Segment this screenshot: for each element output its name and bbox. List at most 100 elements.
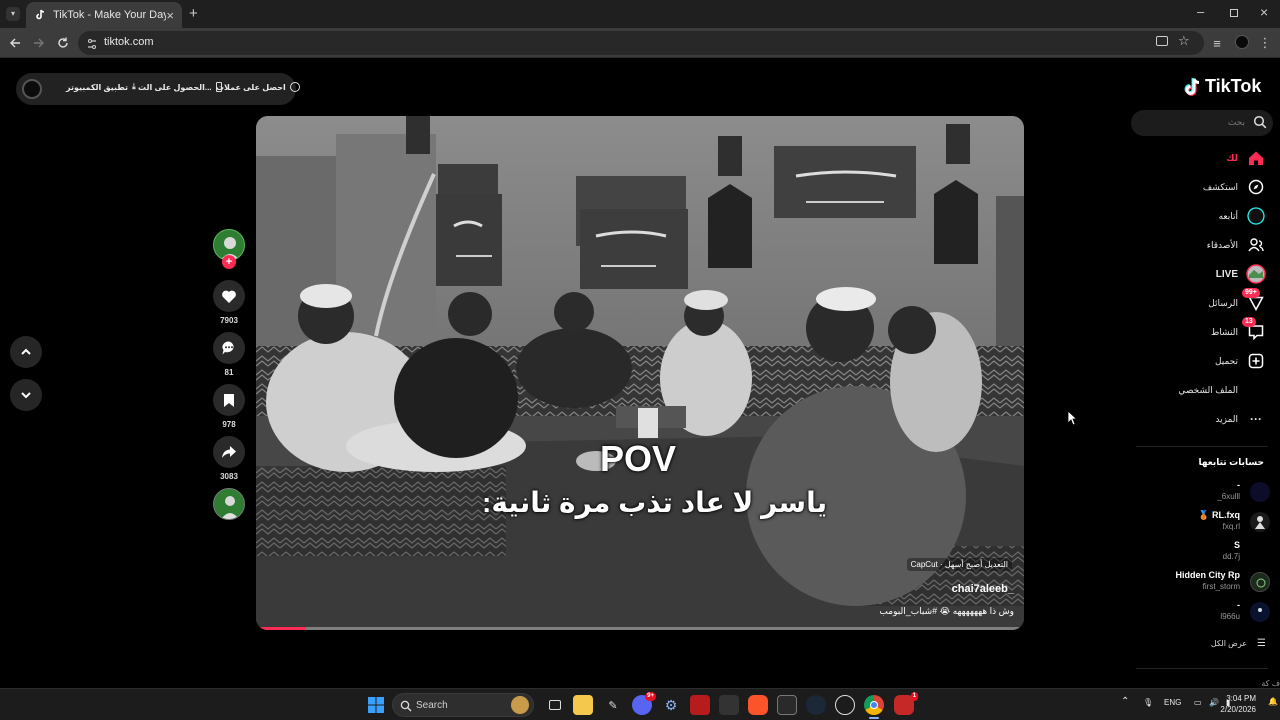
taskbar-search-box[interactable]: Search <box>392 693 534 717</box>
following-account[interactable]: Hidden City Rp first_storm <box>1140 570 1270 594</box>
nav-explore[interactable]: استكشف <box>1203 177 1266 197</box>
video-author[interactable]: chai7aleeb_ <box>952 583 1014 595</box>
activity-icon: 13 <box>1242 317 1266 342</box>
brave-browser-icon[interactable] <box>748 695 768 715</box>
nav-more-label: المزيد <box>1215 413 1238 424</box>
capcut-badge[interactable]: CapCut · التعديل أصبح أسهل <box>906 558 1012 571</box>
more-icon: ··· <box>1250 412 1262 426</box>
video-description: وش ذا هههههههه 😭 #شباب_البومب <box>879 606 1014 616</box>
nav-upload[interactable]: تحميل <box>1215 351 1266 371</box>
tray-chevron-icon[interactable]: ⌃ <box>1121 696 1129 707</box>
next-video-button[interactable] <box>10 379 42 411</box>
account-avatar <box>1250 482 1270 502</box>
game-launcher-icon[interactable] <box>690 695 710 715</box>
discord-badge: 9+ <box>645 692 656 701</box>
recording-app-icon[interactable] <box>835 695 855 715</box>
tiktok-logo[interactable]: TikTok <box>1184 76 1261 97</box>
account-name: - <box>1237 480 1240 490</box>
account-avatar <box>1250 572 1270 592</box>
notifications-icon[interactable]: 🔔 <box>1268 697 1278 706</box>
nav-for-you[interactable]: لك <box>1226 148 1266 168</box>
get-app-button[interactable]: الحصول على الت... <box>138 82 222 92</box>
new-tab-button[interactable]: + <box>189 5 198 22</box>
desktop-app-label: تطبيق الكمبيوتر <box>66 82 129 92</box>
tab-close-icon[interactable]: × <box>166 8 174 23</box>
comment-button[interactable] <box>213 332 245 364</box>
search-input[interactable]: بحث <box>1131 110 1273 136</box>
network-icon[interactable]: ▭ <box>1194 698 1202 707</box>
account-handle: first_storm <box>1202 582 1240 591</box>
task-view-icon[interactable] <box>545 695 565 715</box>
browser-menu-icon[interactable]: ⋮ <box>1256 34 1274 52</box>
following-accounts-title: حسابات تتابعها <box>1198 457 1264 467</box>
video-progress-track[interactable] <box>256 627 1024 630</box>
media-controls-icon[interactable]: ≡ <box>1208 34 1226 52</box>
address-bar[interactable]: tiktok.com ☆ <box>78 31 1204 55</box>
language-indicator[interactable]: ENG <box>1164 698 1181 707</box>
bookmark-star-icon[interactable]: ☆ <box>1178 33 1190 49</box>
epic-games-icon[interactable] <box>777 695 797 715</box>
video-player[interactable]: POV ياسر لا عاد تذب مرة ثانية: CapCut · … <box>256 116 1024 630</box>
reload-icon[interactable] <box>54 34 72 52</box>
get-app-label: الحصول على الت... <box>138 82 212 92</box>
browser-tab[interactable]: TikTok - Make Your Day × <box>26 2 182 28</box>
account-handle: _6xulll <box>1217 492 1240 501</box>
nav-messages-label: الرسائل <box>1208 297 1238 308</box>
account-name: S <box>1233 540 1240 550</box>
following-account[interactable]: - l966u <box>1140 600 1270 624</box>
upload-icon <box>1246 351 1266 371</box>
nav-explore-label: استكشف <box>1202 181 1238 192</box>
chrome-icon[interactable] <box>864 695 884 715</box>
follow-plus-button[interactable]: + <box>222 255 236 269</box>
microphone-icon[interactable]: 🎙 <box>1143 698 1153 707</box>
back-icon[interactable] <box>6 34 24 52</box>
search-icon[interactable] <box>1253 115 1267 134</box>
profile-avatar[interactable] <box>1235 35 1249 49</box>
following-account[interactable]: S dd.7j <box>1140 540 1270 564</box>
wallpaper-app-icon[interactable] <box>719 695 739 715</box>
sidebar-footer-text: ف كة <box>1261 679 1280 688</box>
account-name: - <box>1237 600 1240 610</box>
nav-live[interactable]: LIVE <box>1216 264 1266 284</box>
comment-count: 81 <box>224 368 234 377</box>
restore-icon[interactable] <box>1230 9 1238 17</box>
file-explorer-icon[interactable] <box>573 695 593 715</box>
bookmark-icon <box>224 393 234 407</box>
discord-icon[interactable]: 9+ <box>632 692 656 715</box>
taskbar-clock[interactable]: 3:04 PM 2/20/2026 <box>1220 693 1256 715</box>
site-info-icon[interactable] <box>86 37 98 55</box>
share-button[interactable] <box>213 436 245 468</box>
forward-icon[interactable] <box>30 34 48 52</box>
install-app-icon[interactable] <box>1156 36 1168 46</box>
music-disc-avatar[interactable] <box>213 488 245 520</box>
save-button[interactable] <box>213 384 245 416</box>
nav-more[interactable]: المزيد ··· <box>1215 409 1266 429</box>
video-overlay-pov: POV <box>600 438 677 479</box>
nav-profile[interactable]: الملف الشخصي <box>1178 380 1266 400</box>
nav-friends[interactable]: الأصدقاء <box>1207 235 1266 255</box>
get-coins-button[interactable]: احصل على عملات <box>216 82 300 92</box>
close-window-icon[interactable]: × <box>1260 4 1268 20</box>
steam-icon[interactable] <box>806 695 826 715</box>
minimize-icon[interactable]: – <box>1197 4 1204 19</box>
nav-following[interactable]: أتابعه <box>1219 206 1266 226</box>
settings-gear-icon[interactable]: ⚙ <box>661 695 681 715</box>
windows-start-icon[interactable] <box>366 695 386 715</box>
tab-list-dropdown-button[interactable]: ▾ <box>6 7 20 21</box>
desktop-app-button[interactable]: تطبيق الكمبيوتر ⤓ <box>66 82 136 92</box>
theme-toggle[interactable] <box>22 79 42 99</box>
pen-app-icon[interactable]: ✎ <box>603 695 623 715</box>
nav-activity[interactable]: النشاط 13 <box>1210 317 1266 342</box>
nav-activity-label: النشاط <box>1210 326 1238 337</box>
nav-upload-label: تحميل <box>1214 355 1238 366</box>
previous-video-button[interactable] <box>10 336 42 368</box>
nav-messages[interactable]: الرسائل 99+ <box>1208 288 1266 313</box>
following-account[interactable]: - _6xulll <box>1140 480 1270 504</box>
account-avatar <box>1250 512 1270 532</box>
brave-app-icon[interactable]: 1 <box>894 692 918 715</box>
volume-icon[interactable]: 🔊 <box>1209 698 1219 707</box>
friends-icon <box>1246 235 1266 255</box>
like-button[interactable] <box>213 280 245 312</box>
following-account[interactable]: 🥉 RL.fxq fxq.rl <box>1140 510 1270 534</box>
see-all-following-button[interactable]: عرض الكل ☰ <box>1211 638 1266 649</box>
